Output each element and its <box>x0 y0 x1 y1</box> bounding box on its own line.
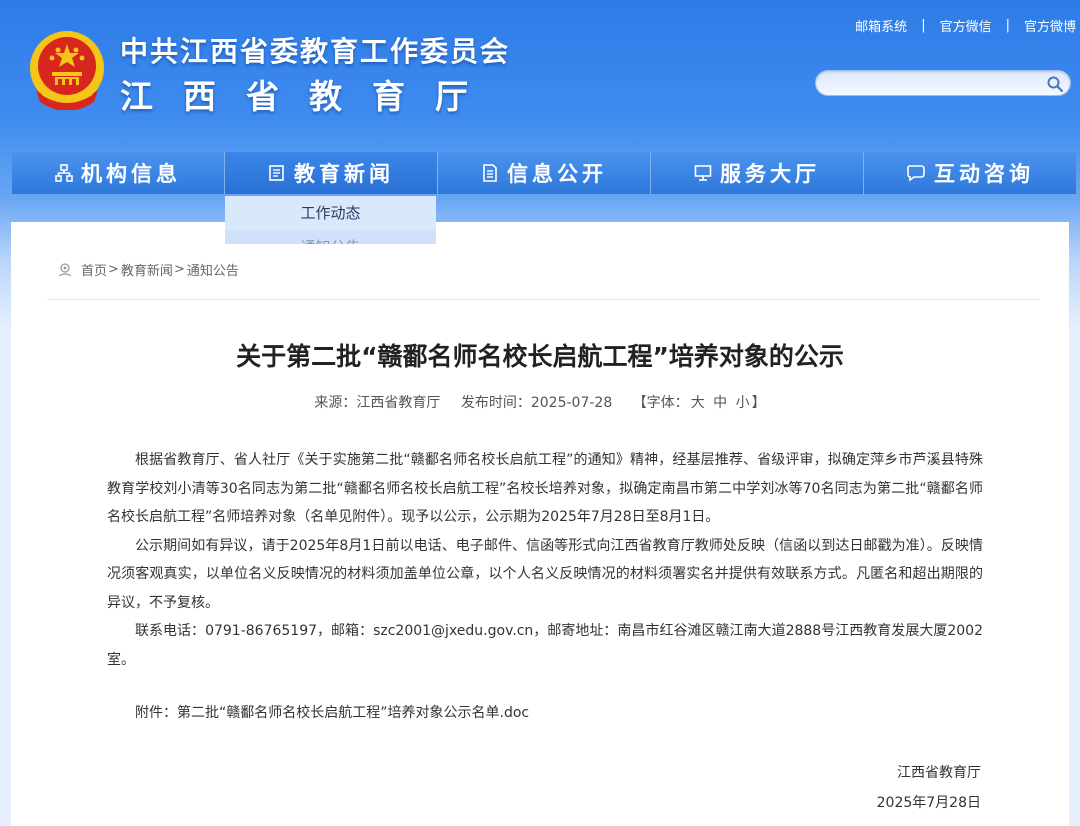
official-wechat-link[interactable]: 官方微信 <box>940 16 992 35</box>
article-date: 发布时间：2025-07-28 <box>460 395 613 411</box>
main-nav: 机构信息 教育新闻 信息公开 服务大厅 互动咨询 <box>12 152 1076 194</box>
org-chart-icon <box>55 164 73 182</box>
top-links: 邮箱系统 | 官方微信 | 官方微博 <box>855 16 1076 35</box>
search-icon[interactable] <box>1046 75 1064 93</box>
font-size-controls: 【字体：大 中 小】 <box>633 395 766 411</box>
signature-organization: 江西省教育厅 <box>897 765 981 781</box>
search-box <box>815 70 1071 96</box>
signature-date: 2025年7月28日 <box>876 795 981 811</box>
article-title: 关于第二批“赣鄱名师名校长启航工程”培养对象的公示 <box>236 342 844 371</box>
font-large-button[interactable]: 大 <box>691 395 705 411</box>
nav-item-education-news[interactable]: 教育新闻 <box>225 152 438 194</box>
nav-label: 信息公开 <box>507 162 607 186</box>
breadcrumb-divider <box>47 299 1039 300</box>
breadcrumb: 首页 > 教育新闻 > 通知公告 <box>57 260 239 279</box>
official-weibo-link[interactable]: 官方微博 <box>1024 16 1076 35</box>
nav-label: 服务大厅 <box>720 162 820 186</box>
site-header: 中共江西省委教育工作委员会 江西省教育厅 邮箱系统 | 官方微信 | 官方微博 <box>0 0 1080 140</box>
mail-system-link[interactable]: 邮箱系统 <box>855 16 907 35</box>
font-size-suffix: 】 <box>751 395 766 411</box>
article-paragraph: 联系电话：0791-86765197，邮箱：szc2001@jxedu.gov.… <box>107 623 983 668</box>
font-size-prefix: 【字体： <box>632 395 689 411</box>
breadcrumb-separator: > <box>173 262 185 277</box>
news-dropdown-menu: 工作动态 通知公告 <box>225 196 436 244</box>
monitor-icon <box>694 164 712 182</box>
national-emblem-icon <box>30 31 104 110</box>
article-paragraph: 公示期间如有异议，请于2025年8月1日前以电话、电子邮件、信函等形式向江西省教… <box>107 537 983 611</box>
news-doc-icon <box>268 164 286 182</box>
nav-item-service-hall[interactable]: 服务大厅 <box>651 152 864 194</box>
nav-item-info-disclosure[interactable]: 信息公开 <box>438 152 651 194</box>
site-title-committee: 中共江西省委教育工作委员会 <box>120 35 511 68</box>
breadcrumb-notices[interactable]: 通知公告 <box>187 260 239 279</box>
nav-item-org-info[interactable]: 机构信息 <box>12 152 225 194</box>
article-meta: 来源：江西省教育厅 发布时间：2025-07-28 【字体：大 中 小】 <box>11 392 1069 412</box>
site-title-department: 江西省教育厅 <box>120 77 498 116</box>
article-source: 来源：江西省教育厅 <box>314 395 441 411</box>
content-panel: 首页 > 教育新闻 > 通知公告 关于第二批“赣鄱名师名校长启航工程”培养对象的… <box>11 222 1069 826</box>
attachment-link[interactable]: 附件：第二批“赣鄱名师名校长启航工程”培养对象公示名单.doc <box>135 702 529 722</box>
font-small-button[interactable]: 小 <box>736 395 750 411</box>
article-paragraph: 根据省教育厅、省人社厅《关于实施第二批“赣鄱名师名校长启航工程”的通知》精神，经… <box>107 452 983 525</box>
dropdown-item-work-updates[interactable]: 工作动态 <box>225 196 436 230</box>
nav-label: 互动咨询 <box>934 162 1034 186</box>
nav-label: 机构信息 <box>81 162 181 186</box>
breadcrumb-education-news[interactable]: 教育新闻 <box>121 260 173 279</box>
breadcrumb-home[interactable]: 首页 <box>81 260 107 279</box>
font-medium-button[interactable]: 中 <box>713 395 727 411</box>
top-link-separator: | <box>1005 18 1010 33</box>
nav-label: 教育新闻 <box>294 162 394 186</box>
nav-item-interactive-consult[interactable]: 互动咨询 <box>864 152 1076 194</box>
chat-bubble-icon <box>906 164 926 182</box>
top-link-separator: | <box>921 18 926 33</box>
location-pin-icon <box>57 262 73 278</box>
document-list-icon <box>481 164 499 182</box>
dropdown-item-notices[interactable]: 通知公告 <box>225 230 436 244</box>
breadcrumb-separator: > <box>108 262 119 277</box>
article-body: 根据省教育厅、省人社厅《关于实施第二批“赣鄱名师名校长启航工程”的通知》精神，经… <box>107 446 983 674</box>
search-input[interactable] <box>828 74 1038 92</box>
